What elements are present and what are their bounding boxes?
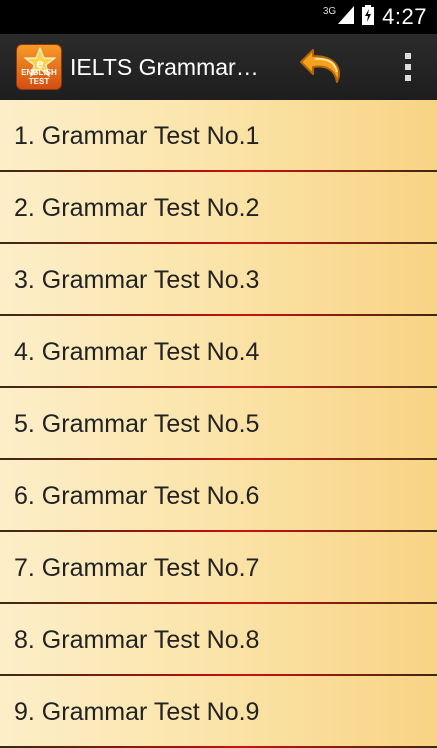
list-item-label: 3. Grammar Test No.3	[14, 265, 260, 294]
overflow-menu-dot	[405, 75, 411, 81]
battery-charging-icon	[362, 4, 375, 30]
network-type-label: 3G	[322, 5, 337, 17]
list-item-label: 6. Grammar Test No.6	[14, 481, 260, 510]
list-item[interactable]: 5. Grammar Test No.5	[0, 388, 437, 460]
status-icons: 3G 4:27	[323, 4, 427, 30]
back-button[interactable]	[296, 41, 352, 93]
list-item[interactable]: 4. Grammar Test No.4	[0, 316, 437, 388]
app-logo-text-line1: ENGLISH	[21, 68, 57, 77]
app-title: IELTS Grammar…	[70, 53, 259, 80]
app-logo-text: ENGLISH TEST	[17, 68, 61, 86]
list-item-label: 5. Grammar Test No.5	[14, 409, 260, 438]
app-logo-text-line2: TEST	[28, 77, 50, 86]
list-item-label: 2. Grammar Test No.2	[14, 193, 260, 222]
app-logo[interactable]: e ENGLISH TEST	[16, 44, 62, 90]
overflow-menu-button[interactable]	[399, 46, 417, 88]
list-item-label: 4. Grammar Test No.4	[14, 337, 260, 366]
list-item-label: 9. Grammar Test No.9	[14, 697, 260, 726]
list-item-label: 1. Grammar Test No.1	[14, 121, 260, 150]
list-item[interactable]: 7. Grammar Test No.7	[0, 532, 437, 604]
test-list: 1. Grammar Test No.1 2. Grammar Test No.…	[0, 100, 437, 748]
overflow-menu-dot	[405, 64, 411, 70]
list-item-label: 8. Grammar Test No.8	[14, 625, 260, 654]
list-item[interactable]: 1. Grammar Test No.1	[0, 100, 437, 172]
action-bar: e ENGLISH TEST IELTS Grammar…	[0, 34, 437, 100]
status-bar: 3G 4:27	[0, 0, 437, 34]
undo-arrow-icon	[300, 49, 340, 83]
list-item[interactable]: 6. Grammar Test No.6	[0, 460, 437, 532]
overflow-menu-icon	[405, 53, 411, 59]
list-item[interactable]: 9. Grammar Test No.9	[0, 676, 437, 748]
list-item[interactable]: 3. Grammar Test No.3	[0, 244, 437, 316]
list-item-label: 7. Grammar Test No.7	[14, 553, 260, 582]
signal-icon	[338, 5, 355, 29]
list-item[interactable]: 8. Grammar Test No.8	[0, 604, 437, 676]
clock: 4:27	[382, 4, 427, 29]
list-item[interactable]: 2. Grammar Test No.2	[0, 172, 437, 244]
